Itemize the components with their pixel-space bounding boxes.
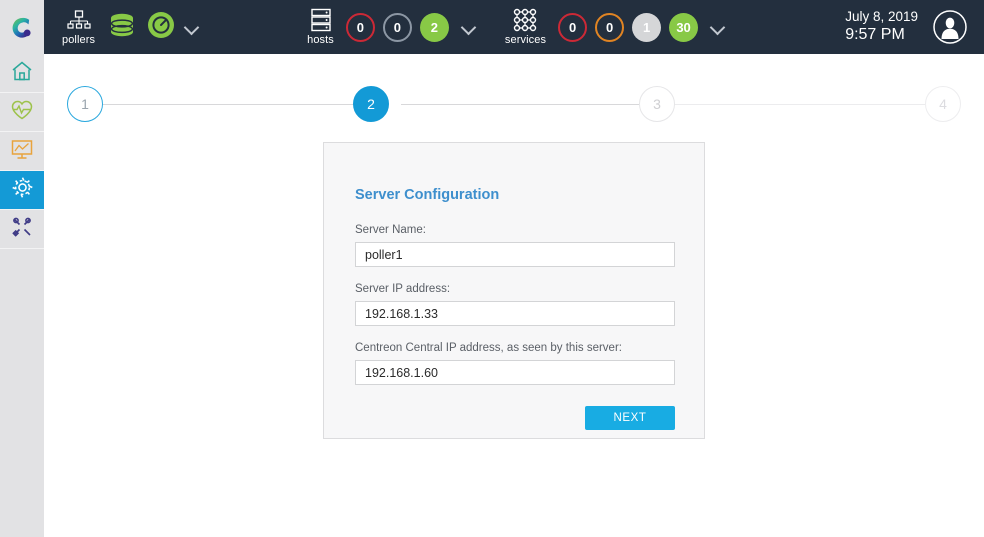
hosts-indicator[interactable]: hosts [307,0,334,54]
stepper-line-3 [671,104,925,105]
pollers-label: pollers [62,34,95,46]
pollers-chevron-down-icon[interactable] [184,19,200,35]
server-rack-icon [310,8,332,32]
central-ip-label: Centreon Central IP address, as seen by … [355,342,673,354]
top-bar: pollers [0,0,984,54]
sidebar-item-administration[interactable] [0,210,44,249]
wizard-step-1[interactable]: 1 [67,86,103,122]
server-ip-input[interactable]: 192.168.1.33 [355,301,675,326]
hosts-badge-up[interactable]: 2 [420,13,449,42]
server-ip-label: Server IP address: [355,283,673,295]
services-badge-warning[interactable]: 0 [595,13,624,42]
server-configuration-card: Server Configuration Server Name: poller… [323,142,705,439]
services-indicator[interactable]: services [505,0,546,54]
server-name-input[interactable]: poller1 [355,242,675,267]
wizard-step-2[interactable]: 2 [353,86,389,122]
left-sidebar [0,54,44,537]
services-badge-ok[interactable]: 30 [669,13,698,42]
services-group[interactable]: services 0 0 1 30 [505,0,732,54]
server-name-label: Server Name: [355,224,673,236]
database-icon[interactable] [107,10,137,45]
wizard-step-4[interactable]: 4 [925,86,961,122]
stepper-line-2 [401,104,639,105]
datetime-display: July 8, 2019 9:57 PM [845,9,918,46]
hosts-badge-unknown[interactable]: 0 [383,13,412,42]
card-actions: NEXT [355,406,675,430]
centreon-logo[interactable] [0,0,44,54]
centreon-logo-icon [9,14,35,40]
services-chevron-down-icon[interactable] [710,19,726,35]
user-avatar-icon[interactable] [932,9,968,45]
card-body: Server Configuration Server Name: poller… [324,143,704,430]
pollers-group[interactable]: pollers [62,0,206,54]
poller-gauge-icon[interactable] [146,10,176,45]
sidebar-item-reporting[interactable] [0,132,44,171]
services-grid-icon [512,8,538,32]
current-time: 9:57 PM [845,25,918,45]
tools-icon [10,215,34,244]
next-button[interactable]: NEXT [585,406,675,430]
sidebar-item-home[interactable] [0,54,44,93]
hosts-badge-down[interactable]: 0 [346,13,375,42]
heartbeat-icon [10,98,34,127]
home-icon [10,59,34,88]
services-badge-unknown[interactable]: 1 [632,13,661,42]
main-content: 1 2 3 4 Server Configuration Server Name… [44,54,984,537]
wizard-stepper: 1 2 3 4 [44,72,984,112]
pollers-indicator[interactable]: pollers [62,0,95,54]
gear-icon [10,175,35,205]
pollers-tree-icon [67,8,91,32]
services-badge-critical[interactable]: 0 [558,13,587,42]
hosts-chevron-down-icon[interactable] [461,19,477,35]
sidebar-item-configuration[interactable] [0,171,44,210]
services-label: services [505,34,546,46]
hosts-group[interactable]: hosts 0 0 2 [307,0,483,54]
central-ip-input[interactable]: 192.168.1.60 [355,360,675,385]
page-title: Server Configuration [355,187,673,203]
sidebar-item-monitoring[interactable] [0,93,44,132]
wizard-step-3[interactable]: 3 [639,86,675,122]
chart-board-icon [10,137,34,166]
current-date: July 8, 2019 [845,9,918,26]
stepper-line-1 [101,104,369,105]
hosts-label: hosts [307,34,334,46]
